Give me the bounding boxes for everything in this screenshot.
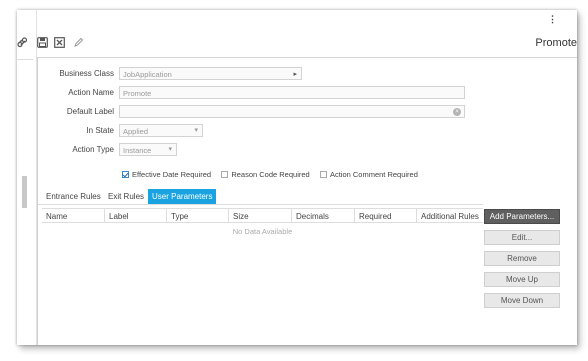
- in-state-label: In State: [86, 126, 114, 135]
- action-type-label: Action Type: [72, 145, 114, 154]
- in-state-select[interactable]: Applied ▾: [119, 124, 203, 137]
- left-navigation-strip: [17, 10, 37, 345]
- chevron-down-icon: ▾: [168, 146, 172, 153]
- app-window: ⋮ Promote Business Class JobApplication …: [17, 10, 577, 345]
- tabs-divider: [38, 204, 483, 205]
- effective-date-required-checkbox[interactable]: Effective Date Required: [122, 170, 211, 179]
- more-menu-icon[interactable]: ⋮: [548, 14, 557, 25]
- action-comment-required-label: Action Comment Required: [329, 170, 418, 179]
- checkbox-checked-icon: [122, 171, 129, 178]
- tab-entrance-rules[interactable]: Entrance Rules: [42, 189, 105, 204]
- action-name-field[interactable]: Promote: [119, 86, 465, 99]
- action-name-label: Action Name: [68, 88, 114, 97]
- empty-table-message: No Data Available: [232, 227, 293, 236]
- reason-code-required-label: Reason Code Required: [231, 170, 310, 179]
- left-strip-divider: [17, 59, 33, 60]
- checkbox-empty-icon: [319, 171, 327, 178]
- action-name-value: Promote: [123, 89, 152, 98]
- link-icon[interactable]: [17, 37, 28, 48]
- business-class-field[interactable]: JobApplication ▸: [119, 67, 302, 80]
- clear-icon[interactable]: ×: [453, 108, 461, 116]
- tab-exit-rules[interactable]: Exit Rules: [104, 189, 148, 204]
- effective-date-required-label: Effective Date Required: [132, 170, 212, 179]
- user-parameters-table: Name Label Type Size Decimals Required A…: [42, 208, 483, 236]
- chevron-right-icon: ▸: [293, 71, 297, 78]
- reason-code-required-checkbox[interactable]: Reason Code Required: [221, 170, 310, 179]
- business-class-label: Business Class: [59, 69, 114, 78]
- column-header-name[interactable]: Name: [42, 209, 104, 223]
- action-type-value: Instance: [123, 146, 152, 155]
- options-checkboxes: Effective Date Required Reason Code Requ…: [122, 170, 426, 182]
- checkbox-empty-icon: [221, 171, 229, 178]
- column-header-label[interactable]: Label: [104, 209, 166, 223]
- close-box-icon[interactable]: [54, 37, 65, 48]
- default-label-row: Default Label ×: [38, 105, 488, 118]
- tab-user-parameters[interactable]: User Parameters: [148, 189, 217, 204]
- move-down-button[interactable]: Move Down: [484, 293, 560, 308]
- table-header: Name Label Type Size Decimals Required A…: [42, 208, 483, 223]
- action-comment-required-checkbox[interactable]: Action Comment Required: [319, 170, 418, 179]
- pencil-icon[interactable]: [73, 37, 84, 48]
- column-header-additional-rules[interactable]: Additional Rules: [416, 209, 483, 223]
- in-state-value: Applied: [123, 127, 149, 136]
- business-class-row: Business Class JobApplication ▸: [38, 67, 328, 80]
- toolbar: [17, 34, 577, 52]
- add-parameters-button[interactable]: Add Parameters...: [484, 209, 560, 224]
- default-label-field[interactable]: ×: [119, 105, 465, 118]
- remove-button[interactable]: Remove: [484, 251, 560, 266]
- column-header-type[interactable]: Type: [166, 209, 228, 223]
- action-details-panel: Business Class JobApplication ▸ Action N…: [37, 58, 577, 345]
- page-title: Promote: [535, 37, 577, 49]
- business-class-value: JobApplication: [123, 70, 172, 79]
- column-header-size[interactable]: Size: [228, 209, 291, 223]
- action-name-row: Action Name Promote: [38, 86, 488, 99]
- in-state-row: In State Applied ▾: [38, 124, 238, 137]
- action-type-row: Action Type Instance ▾: [38, 143, 238, 156]
- column-header-decimals[interactable]: Decimals: [291, 209, 354, 223]
- left-scrollbar-thumb[interactable]: [22, 176, 27, 208]
- save-icon[interactable]: [37, 37, 48, 48]
- action-type-select[interactable]: Instance ▾: [119, 143, 177, 156]
- edit-button[interactable]: Edit...: [484, 230, 560, 245]
- default-label-label: Default Label: [66, 107, 114, 116]
- chevron-down-icon: ▾: [194, 127, 198, 134]
- move-up-button[interactable]: Move Up: [484, 272, 560, 287]
- column-header-required[interactable]: Required: [354, 209, 416, 223]
